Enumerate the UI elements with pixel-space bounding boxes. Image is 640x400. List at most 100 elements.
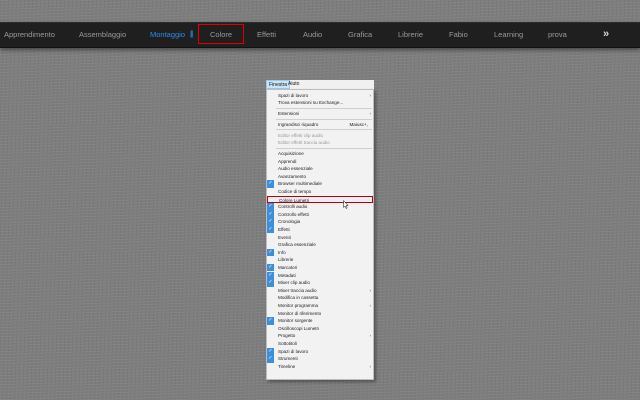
menu-item-metadati[interactable]: ✓ Metadati xyxy=(267,271,373,280)
chevron-double-right-icon[interactable]: » xyxy=(603,23,609,47)
menu-item-label: Apprendi xyxy=(278,158,297,164)
menu-item-audio-essenziale[interactable]: Audio essenziale xyxy=(267,165,373,173)
workspace-tab-menu-icon[interactable]: ||| xyxy=(190,31,194,39)
menu-item-monitor-sorgente[interactable]: ✓ Monitor sorgente xyxy=(267,317,373,325)
menu-item-controllo-effetti[interactable]: ✓ Controllo effetti xyxy=(267,210,373,219)
menu-item-label: Ingrandisci riquadro xyxy=(278,121,319,127)
checkmark-icon: ✓ xyxy=(267,347,274,356)
menu-item-label: Modifica in cassetta xyxy=(278,295,319,301)
menu-item-label: Librerie xyxy=(278,257,294,263)
menu-item-info[interactable]: ✓ Info xyxy=(267,248,373,257)
workspace-tab-montaggio[interactable]: Montaggio xyxy=(150,23,185,47)
checkmark-icon: ✓ xyxy=(267,203,274,211)
menu-item-label: Browser multimediale xyxy=(278,181,322,187)
menu-item-label: Oscilloscopi Lumetri xyxy=(278,325,320,331)
menu-item-grafica-essenziale[interactable]: Grafica essenziale xyxy=(267,241,373,249)
menu-item-label: Effetti xyxy=(278,226,290,232)
menu-item-label: Timeline xyxy=(278,363,296,369)
workspace-tab-prova[interactable]: prova xyxy=(548,23,567,47)
menu-aiuto[interactable]: Aiuto xyxy=(286,80,301,89)
checkmark-icon: ✓ xyxy=(267,263,274,272)
checkmark-icon: ✓ xyxy=(267,279,274,287)
menu-item-label: Progetto xyxy=(278,333,296,339)
menu-item-label: Metadati xyxy=(278,272,296,278)
menu-item-ingrandisci-riquadro[interactable]: Ingrandisci riquadro Maiusc+, xyxy=(267,121,373,129)
menu-divider xyxy=(276,147,372,149)
menu-item-avanzamento[interactable]: Avanzamento xyxy=(267,173,373,181)
menu-item-label: Eventi xyxy=(278,234,291,240)
workspace-tab-fabio[interactable]: Fabio xyxy=(449,23,468,47)
menu-item-sottotitoli[interactable]: Sottotitoli xyxy=(267,340,373,348)
menu-item-estensioni[interactable]: Estensioni › xyxy=(267,110,373,118)
checkmark-icon: ✓ xyxy=(267,218,274,226)
menu-item-spazi-di-lavoro[interactable]: ✓ Spazi di lavoro xyxy=(267,347,373,356)
menu-item-label: Controlli audio xyxy=(278,204,308,210)
menu-item-spazi-di-lavoro[interactable]: Spazi di lavoro › xyxy=(267,92,373,100)
menu-item-label: Info xyxy=(278,249,286,255)
checkmark-icon: ✓ xyxy=(267,317,274,325)
menu-item-mixer-clip-audio[interactable]: ✓ Mixer clip audio xyxy=(267,279,373,287)
menu-item-label: Trova estensioni su Exchange... xyxy=(278,100,344,106)
workspaces-bar: Apprendimento Assemblaggio Montaggio |||… xyxy=(0,22,640,48)
menu-item-effetti[interactable]: ✓ Effetti xyxy=(267,225,373,234)
menu-item-label: Spazi di lavoro xyxy=(278,92,309,98)
menu-item-librerie[interactable]: Librerie xyxy=(267,256,373,264)
menu-item-label: Spazi di lavoro xyxy=(278,348,309,354)
menu-item-controlli-audio[interactable]: ✓ Controlli audio xyxy=(267,203,373,211)
menu-item-label: Monitor programma xyxy=(278,302,319,308)
submenu-arrow-icon: › xyxy=(369,110,371,116)
menu-item-label: Estensioni xyxy=(278,110,300,116)
checkmark-icon: ✓ xyxy=(267,225,274,234)
workspace-tab-apprendimento[interactable]: Apprendimento xyxy=(4,23,55,47)
submenu-arrow-icon: › xyxy=(369,92,371,98)
workspace-tab-audio[interactable]: Audio xyxy=(303,23,322,47)
menu-item-mixer-traccia-audio[interactable]: Mixer traccia audio › xyxy=(267,287,373,295)
submenu-arrow-icon: › xyxy=(369,363,371,369)
checkmark-icon: ✓ xyxy=(267,248,274,257)
window-menu-dropdown: Spazi di lavoro › Trova estensioni su Exch… xyxy=(266,89,374,380)
menu-item-monitor-programma[interactable]: Monitor programma › xyxy=(267,302,373,310)
workspace-tab-effetti[interactable]: Effetti xyxy=(257,23,276,47)
menu-item-strumenti[interactable]: ✓ Strumenti xyxy=(267,355,373,363)
mouse-pointer-icon xyxy=(343,200,349,209)
menu-item-marcatori[interactable]: ✓ Marcatori xyxy=(267,263,373,272)
workspace-tab-colore[interactable]: Colore xyxy=(210,23,232,47)
menu-item-editor-effetti-clip-audio: Editor effetti clip audio xyxy=(267,132,373,140)
menu-divider xyxy=(276,118,372,120)
menu-item-label: Mixer clip audio xyxy=(278,280,310,286)
menu-item-label: Controllo effetti xyxy=(278,211,309,217)
menu-item-modifica-in-cassetta[interactable]: Modifica in cassetta xyxy=(267,294,373,302)
menu-item-label: Editor effetti clip audio xyxy=(278,132,324,138)
workspace-tab-learning[interactable]: Learning xyxy=(494,23,523,47)
menu-item-label: Cronologia xyxy=(278,219,301,225)
menu-item-label: Marcatori xyxy=(278,264,298,270)
checkmark-icon: ✓ xyxy=(267,271,274,280)
checkmark-icon: ✓ xyxy=(267,355,274,363)
menu-item-colore-lumetri[interactable]: Colore Lumetri xyxy=(267,195,373,204)
menu-item-shortcut: Maiusc+, xyxy=(349,121,368,127)
menu-item-editor-effetti-traccia-audio: Editor effetti traccia audio xyxy=(267,139,373,147)
menu-divider xyxy=(276,107,372,109)
menu-item-monitor-di-riferimento[interactable]: Monitor di riferimento xyxy=(267,310,373,318)
checkmark-icon: ✓ xyxy=(267,210,274,219)
submenu-arrow-icon: › xyxy=(369,302,371,308)
menu-item-label: Editor effetti traccia audio xyxy=(278,140,330,146)
menu-item-label: Codice di tempo xyxy=(278,188,312,194)
menu-item-codice-di-tempo[interactable]: Codice di tempo xyxy=(267,188,373,196)
workspace-tab-assemblaggio[interactable]: Assemblaggio xyxy=(79,23,126,47)
menu-item-browser-multimediale[interactable]: ✓ Browser multimediale xyxy=(267,180,373,188)
menu-item-trova-estensioni-su-exchange[interactable]: Trova estensioni su Exchange... xyxy=(267,99,373,107)
menu-item-label: Monitor di riferimento xyxy=(278,310,322,316)
menu-item-label: Avanzamento xyxy=(278,173,307,179)
menu-item-cronologia[interactable]: ✓ Cronologia xyxy=(267,218,373,226)
menu-item-timeline[interactable]: Timeline › xyxy=(267,363,373,371)
menu-item-label: Mixer traccia audio xyxy=(278,287,317,293)
menu-item-eventi[interactable]: Eventi xyxy=(267,234,373,242)
menu-item-acquisizione[interactable]: Acquisizione xyxy=(267,150,373,158)
workspace-tab-librerie[interactable]: Librerie xyxy=(398,23,423,47)
menu-item-progetto[interactable]: Progetto › xyxy=(267,332,373,340)
menu-item-oscilloscopi-lumetri[interactable]: Oscilloscopi Lumetri xyxy=(267,325,373,333)
workspace-tab-grafica[interactable]: Grafica xyxy=(348,23,372,47)
menu-item-label: Acquisizione xyxy=(278,150,304,156)
menu-item-apprendi[interactable]: Apprendi xyxy=(267,158,373,166)
